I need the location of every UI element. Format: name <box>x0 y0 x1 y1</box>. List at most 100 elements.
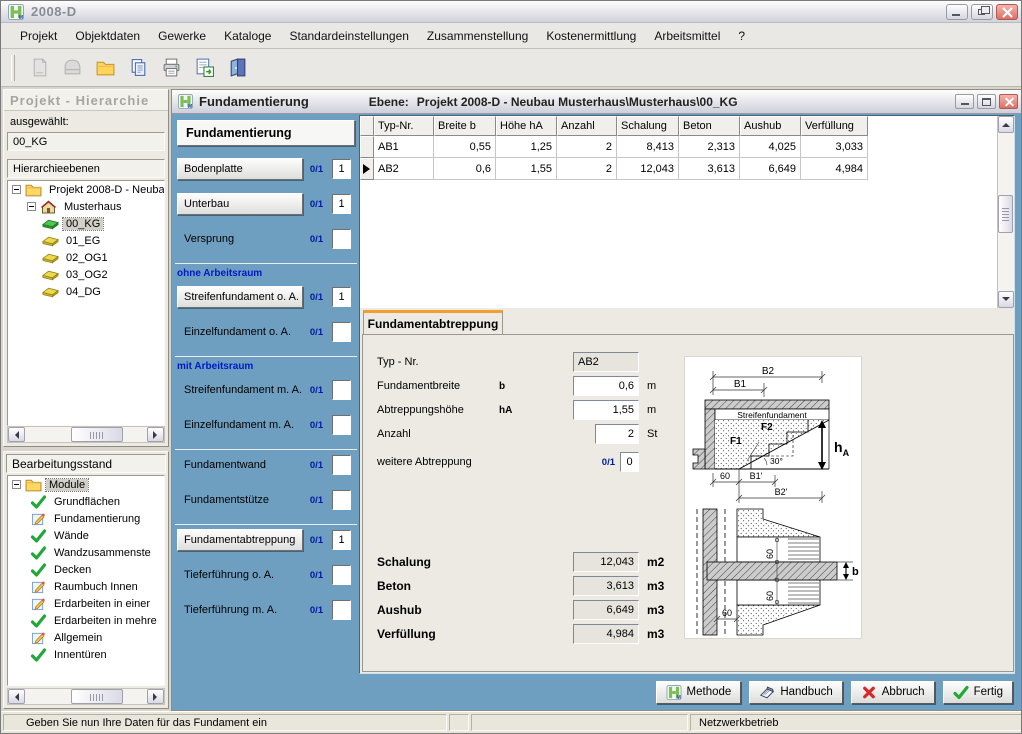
tree-expander[interactable] <box>12 185 21 194</box>
tree-expander[interactable] <box>27 202 36 211</box>
field-input-fundamentbreite[interactable]: 0,6 <box>573 376 639 396</box>
scroll-left-arrow[interactable] <box>8 427 25 442</box>
menu-item-[interactable]: ? <box>729 26 754 46</box>
sidebar-item-unterbau[interactable]: Unterbau <box>177 193 303 215</box>
sidebar-item-fundamentabtreppung[interactable]: Fundamentabtreppung <box>177 529 303 551</box>
menu-item-objektdaten[interactable]: Objektdaten <box>66 26 149 46</box>
count-input[interactable] <box>332 490 351 510</box>
progress-hscrollbar[interactable] <box>7 688 165 705</box>
table-row[interactable]: AB20,61,55212,0433,6136,6494,984 <box>360 158 1014 180</box>
count-input[interactable]: 1 <box>332 159 351 179</box>
dialog-minimize-button[interactable] <box>955 94 974 109</box>
count-input[interactable]: 1 <box>332 530 351 550</box>
abbruch-button[interactable]: Abbruch <box>851 681 935 704</box>
restore-button[interactable] <box>971 4 993 20</box>
column-header-verfuellung[interactable]: Verfüllung <box>801 116 868 136</box>
exit-icon[interactable] <box>224 55 250 81</box>
column-header-beton[interactable]: Beton <box>679 116 740 136</box>
tree-item-00-kg[interactable]: 00_KG <box>8 215 164 232</box>
minimize-button[interactable] <box>946 4 968 20</box>
count-input[interactable] <box>332 229 351 249</box>
module-item-erdarbeiten-in-mehre[interactable]: Erdarbeiten in mehre <box>8 612 164 629</box>
table-cell[interactable]: 2,313 <box>679 136 740 158</box>
tree-item-02-og1[interactable]: 02_OG1 <box>8 249 164 266</box>
table-cell[interactable]: 2 <box>557 158 617 180</box>
menu-item-projekt[interactable]: Projekt <box>11 26 66 46</box>
copy-icon[interactable] <box>125 55 151 81</box>
fertig-button[interactable]: Fertig <box>943 681 1013 704</box>
table-cell[interactable]: 6,649 <box>740 158 801 180</box>
export-icon[interactable] <box>191 55 217 81</box>
open-folder-icon[interactable] <box>92 55 118 81</box>
module-item-fundamentierung[interactable]: Fundamentierung <box>8 510 164 527</box>
dialog-close-button[interactable] <box>999 94 1018 109</box>
tree-item-musterhaus[interactable]: Musterhaus <box>8 198 164 215</box>
module-item-waende[interactable]: Wände <box>8 527 164 544</box>
tree-item-04-dg[interactable]: 04_DG <box>8 283 164 300</box>
module-item-decken[interactable]: Decken <box>8 561 164 578</box>
table-row[interactable]: AB10,551,2528,4132,3134,0253,033 <box>360 136 1014 158</box>
table-cell[interactable]: 4,984 <box>801 158 868 180</box>
field-input-weitere-abtreppung[interactable]: 0 <box>620 452 639 472</box>
close-button[interactable] <box>996 4 1018 20</box>
menu-item-kataloge[interactable]: Kataloge <box>215 26 280 46</box>
module-item-allgemein[interactable]: Allgemein <box>8 629 164 646</box>
count-input[interactable] <box>332 600 351 620</box>
scroll-right-arrow[interactable] <box>147 427 164 442</box>
count-input[interactable] <box>332 455 351 475</box>
column-header-aushub[interactable]: Aushub <box>740 116 801 136</box>
sidebar-item-streifenfundament-o-a[interactable]: Streifenfundament o. A. <box>177 286 303 308</box>
table-cell[interactable]: 3,033 <box>801 136 868 158</box>
column-header-hoehe-ha[interactable]: Höhe hA <box>496 116 557 136</box>
count-input[interactable] <box>332 380 351 400</box>
table-cell[interactable]: 12,043 <box>617 158 679 180</box>
menu-item-zusammenstellung[interactable]: Zusammenstellung <box>418 26 537 46</box>
hierarchy-hscrollbar[interactable] <box>7 426 165 443</box>
field-input-anzahl[interactable]: 2 <box>595 424 639 444</box>
module-item-erdarbeiten-in-einer[interactable]: Erdarbeiten in einer <box>8 595 164 612</box>
menu-item-arbeitsmittel[interactable]: Arbeitsmittel <box>645 26 729 46</box>
tree-expander[interactable] <box>12 480 21 489</box>
table-cell[interactable]: AB1 <box>374 136 434 158</box>
print-icon[interactable] <box>158 55 184 81</box>
tree-item-module[interactable]: Module <box>8 476 164 493</box>
table-vscrollbar[interactable] <box>997 116 1014 308</box>
column-header-anzahl[interactable]: Anzahl <box>557 116 617 136</box>
column-header-breite-b[interactable]: Breite b <box>434 116 496 136</box>
count-input[interactable]: 1 <box>332 194 351 214</box>
column-header-schalung[interactable]: Schalung <box>617 116 679 136</box>
menu-item-gewerke[interactable]: Gewerke <box>149 26 215 46</box>
count-input[interactable]: 1 <box>332 287 351 307</box>
scroll-thumb[interactable] <box>71 427 123 442</box>
module-item-innentueren[interactable]: Innentüren <box>8 646 164 663</box>
tree-item-projekt-2008-d-neubau[interactable]: Projekt 2008-D - Neubau <box>8 181 164 198</box>
scroll-thumb[interactable] <box>71 689 123 704</box>
table-cell[interactable]: AB2 <box>374 158 434 180</box>
table-cell[interactable]: 4,025 <box>740 136 801 158</box>
module-item-raumbuch-innen[interactable]: Raumbuch Innen <box>8 578 164 595</box>
scroll-down-arrow[interactable] <box>998 291 1014 308</box>
module-item-wandzusammenste[interactable]: Wandzusammenste <box>8 544 164 561</box>
sidebar-item-bodenplatte[interactable]: Bodenplatte <box>177 158 303 180</box>
count-input[interactable] <box>332 565 351 585</box>
field-input-abtreppungshoehe[interactable]: 1,55 <box>573 400 639 420</box>
count-input[interactable] <box>332 322 351 342</box>
column-header-typ-nr[interactable]: Typ-Nr. <box>374 116 434 136</box>
table-cell[interactable]: 1,55 <box>496 158 557 180</box>
handbuch-button[interactable]: Handbuch <box>749 681 842 704</box>
module-item-grundflaechen[interactable]: Grundflächen <box>8 493 164 510</box>
tree-item-03-og2[interactable]: 03_OG2 <box>8 266 164 283</box>
table-cell[interactable]: 0,6 <box>434 158 496 180</box>
menu-item-standardeinstellungen[interactable]: Standardeinstellungen <box>280 26 417 46</box>
scroll-right-arrow[interactable] <box>147 689 164 704</box>
scroll-thumb[interactable] <box>998 195 1013 233</box>
tree-item-01-eg[interactable]: 01_EG <box>8 232 164 249</box>
menu-item-kostenermittlung[interactable]: Kostenermittlung <box>537 26 645 46</box>
table-cell[interactable]: 2 <box>557 136 617 158</box>
table-cell[interactable]: 1,25 <box>496 136 557 158</box>
scroll-left-arrow[interactable] <box>8 689 25 704</box>
scroll-up-arrow[interactable] <box>998 116 1014 133</box>
count-input[interactable] <box>332 415 351 435</box>
dialog-maximize-button[interactable] <box>977 94 996 109</box>
table-cell[interactable]: 3,613 <box>679 158 740 180</box>
